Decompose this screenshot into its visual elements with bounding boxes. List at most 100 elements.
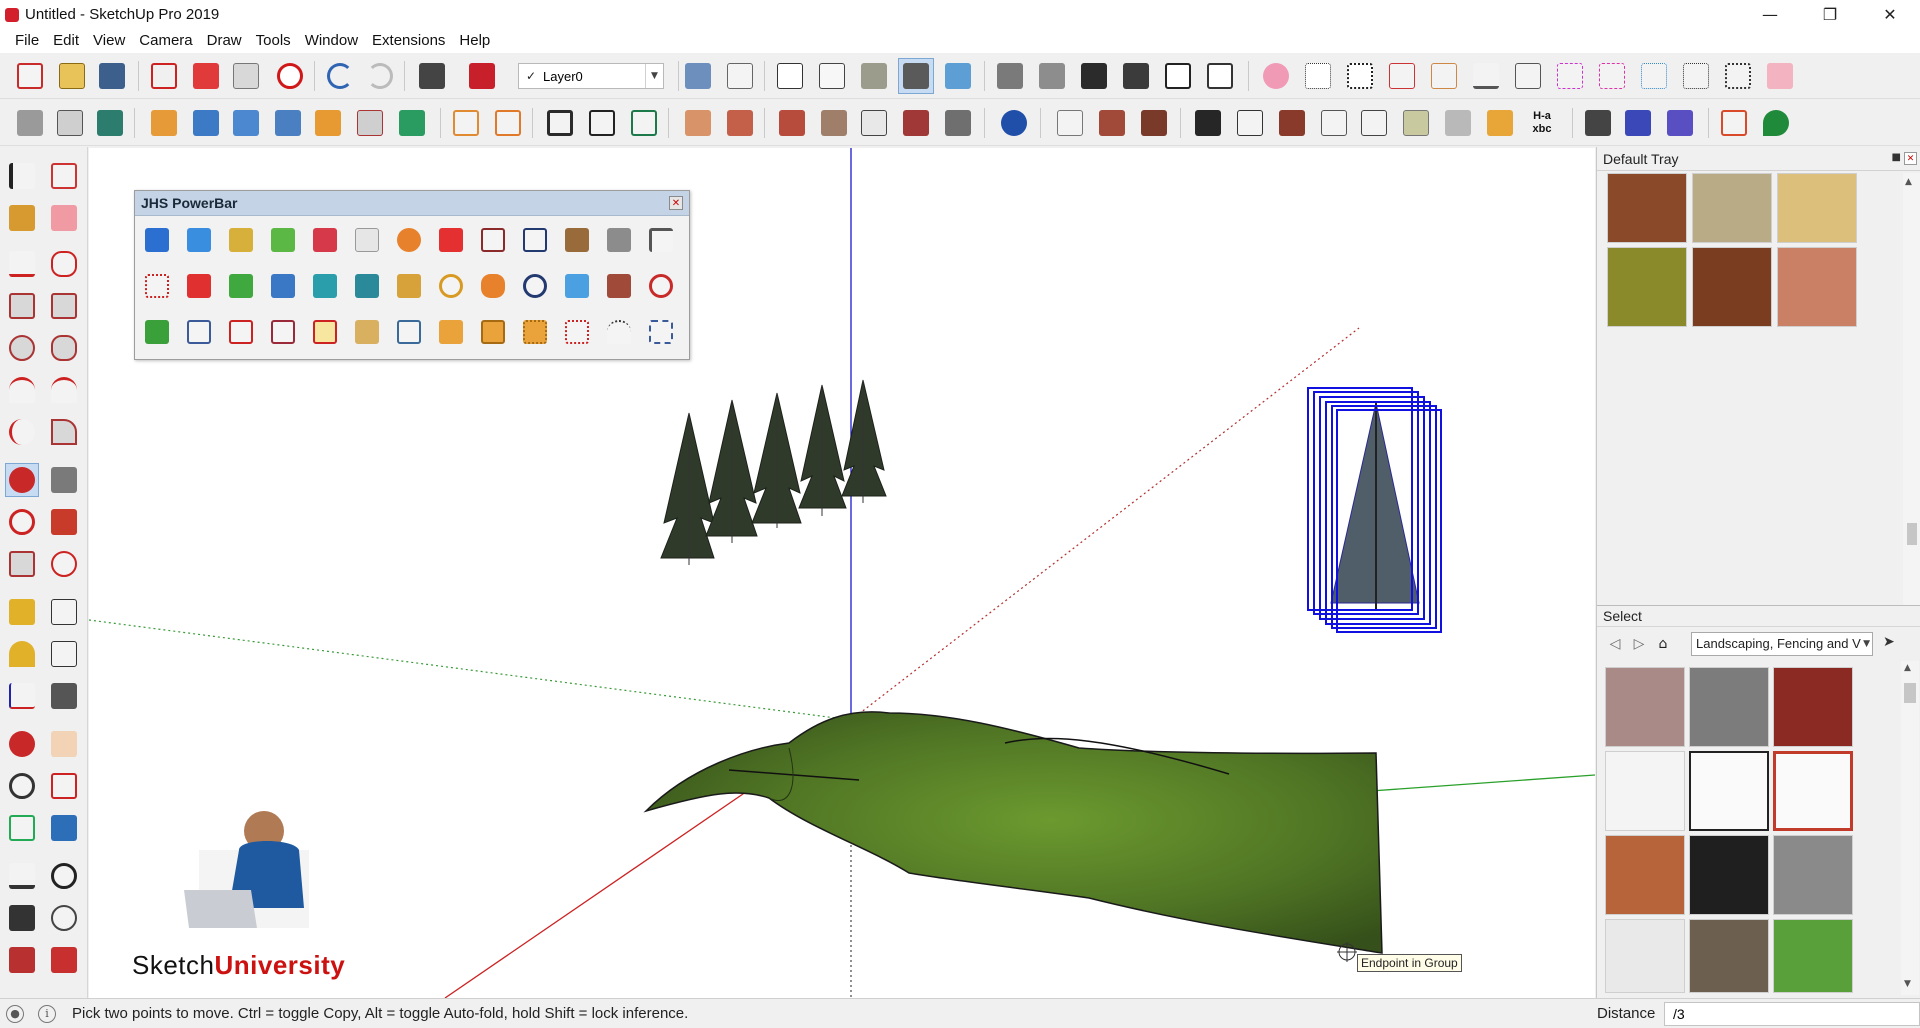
make-component-icon[interactable] <box>47 159 81 193</box>
print-icon[interactable] <box>414 58 450 94</box>
menu-draw[interactable]: Draw <box>200 29 249 53</box>
warehouse-icon[interactable] <box>5 943 39 977</box>
extend-icon[interactable] <box>1052 105 1088 141</box>
sandbox-grid-icon[interactable] <box>722 105 758 141</box>
pb-arc-points-icon[interactable] <box>607 320 631 344</box>
layer-select[interactable]: ✓ Layer0 ▼ <box>518 63 664 89</box>
scroll-thumb[interactable] <box>1904 683 1916 703</box>
cut-icon[interactable] <box>146 58 182 94</box>
pb-grid-hatch-icon[interactable] <box>439 320 463 344</box>
pb-cone-icon[interactable] <box>313 274 337 298</box>
shelf-icon[interactable] <box>1316 105 1352 141</box>
erase-icon[interactable] <box>272 58 308 94</box>
scale-icon[interactable] <box>5 547 39 581</box>
look-around-icon[interactable] <box>47 859 81 893</box>
cursor-tool-icon[interactable] <box>92 105 128 141</box>
geo-location-icon[interactable]: ● <box>6 1004 24 1023</box>
pb-grid-four-icon[interactable] <box>481 320 505 344</box>
dimension-icon[interactable] <box>52 105 88 141</box>
pb-ring-icon[interactable] <box>523 274 547 298</box>
3d-text-icon[interactable] <box>47 679 81 713</box>
cross-lines-icon[interactable] <box>1384 58 1420 94</box>
material-swatch[interactable] <box>1689 919 1769 993</box>
orbit-icon[interactable] <box>5 727 39 761</box>
text-replace-icon[interactable]: H-a xbc <box>1524 105 1560 141</box>
material-swatch[interactable] <box>1689 835 1769 915</box>
shaded-textures-icon[interactable] <box>898 58 934 94</box>
dimensions-icon[interactable] <box>47 595 81 629</box>
back-edges-icon[interactable] <box>722 58 758 94</box>
section-plane-icon[interactable] <box>47 901 81 935</box>
pb-cross-blue-icon[interactable] <box>271 274 295 298</box>
curve-tool-icon[interactable] <box>394 105 430 141</box>
three-point-arc-icon[interactable] <box>5 415 39 449</box>
pb-corner-icon[interactable] <box>649 228 673 252</box>
pb-array-icon[interactable] <box>649 320 673 344</box>
pb-layers-icon[interactable] <box>481 228 505 252</box>
arc-icon[interactable] <box>5 373 39 407</box>
stair-icon[interactable] <box>1510 58 1546 94</box>
pb-plane-red-icon[interactable] <box>313 228 337 252</box>
report-icon[interactable] <box>584 105 620 141</box>
extrude-arrow-icon[interactable] <box>310 105 346 141</box>
wall-icon[interactable] <box>1190 105 1226 141</box>
polygon-icon[interactable] <box>47 331 81 365</box>
hash-grid-icon[interactable] <box>1720 58 1756 94</box>
menu-view[interactable]: View <box>86 29 132 53</box>
save-icon[interactable] <box>94 58 130 94</box>
pb-cross-red-icon[interactable] <box>187 274 211 298</box>
close-icon[interactable]: ✕ <box>1904 152 1917 165</box>
roof-tool-icon[interactable] <box>1136 105 1172 141</box>
pb-cube-icon[interactable] <box>565 228 589 252</box>
material-swatch[interactable] <box>1605 919 1685 993</box>
pb-cross-green-icon[interactable] <box>229 274 253 298</box>
material-swatch[interactable] <box>1607 247 1687 327</box>
material-swatch[interactable] <box>1773 667 1853 747</box>
pb-plane-white-icon[interactable] <box>355 228 379 252</box>
panel-icon[interactable] <box>1398 105 1434 141</box>
protractor-icon[interactable] <box>5 637 39 671</box>
copy-icon[interactable] <box>188 58 224 94</box>
pb-triangle-icon[interactable] <box>397 274 421 298</box>
material-swatch[interactable] <box>1692 247 1772 327</box>
pb-flag-icon[interactable] <box>523 228 547 252</box>
sketchup-s-icon[interactable] <box>1716 105 1752 141</box>
component-icon[interactable] <box>542 105 578 141</box>
paste-icon[interactable] <box>228 58 264 94</box>
select-arrow-icon[interactable] <box>5 159 39 193</box>
materials-scrollbar[interactable]: ▲ ▼ <box>1901 661 1919 995</box>
zoom-window-icon[interactable] <box>47 769 81 803</box>
radial-points-icon[interactable] <box>1636 58 1672 94</box>
collection-select[interactable]: Landscaping, Fencing and V ▼ <box>1691 632 1873 656</box>
info-icon[interactable]: i <box>38 1004 56 1023</box>
rotated-rectangle-icon[interactable] <box>47 289 81 323</box>
dimension-points-icon[interactable] <box>1300 58 1336 94</box>
eraser-icon[interactable] <box>47 201 81 235</box>
material-swatch[interactable] <box>1605 751 1685 831</box>
offset-icon[interactable] <box>47 547 81 581</box>
pb-snowflake-icon[interactable] <box>565 274 589 298</box>
rotate-icon[interactable] <box>5 505 39 539</box>
model-viewport[interactable]: Endpoint in Group SketchUniversity JHS P… <box>89 148 1595 998</box>
scroll-down-icon[interactable]: ▼ <box>1904 979 1911 989</box>
flip-edge-icon[interactable] <box>940 105 976 141</box>
select-panel-header[interactable]: Select <box>1597 605 1920 627</box>
menu-camera[interactable]: Camera <box>132 29 199 53</box>
pb-points-curve-icon[interactable] <box>145 274 169 298</box>
axes-icon[interactable] <box>5 679 39 713</box>
position-camera-icon[interactable] <box>5 859 39 893</box>
right-view-icon[interactable] <box>1118 58 1154 94</box>
menu-edit[interactable]: Edit <box>46 29 86 53</box>
walk-icon[interactable] <box>5 901 39 935</box>
pink-grid-icon[interactable] <box>1594 58 1630 94</box>
previous-view-icon[interactable] <box>47 811 81 845</box>
restore-icon[interactable]: ❐ <box>1800 0 1860 29</box>
tape-measure-icon[interactable] <box>5 595 39 629</box>
pb-loop-icon[interactable] <box>481 274 505 298</box>
tray-header[interactable]: Default Tray ■ ✕ <box>1597 147 1920 171</box>
iso-view-icon[interactable] <box>992 58 1028 94</box>
material-swatch[interactable] <box>1773 919 1853 993</box>
pb-scale-shape-icon[interactable] <box>271 320 295 344</box>
scale-shape-icon[interactable] <box>490 105 526 141</box>
zoom-icon[interactable] <box>5 769 39 803</box>
